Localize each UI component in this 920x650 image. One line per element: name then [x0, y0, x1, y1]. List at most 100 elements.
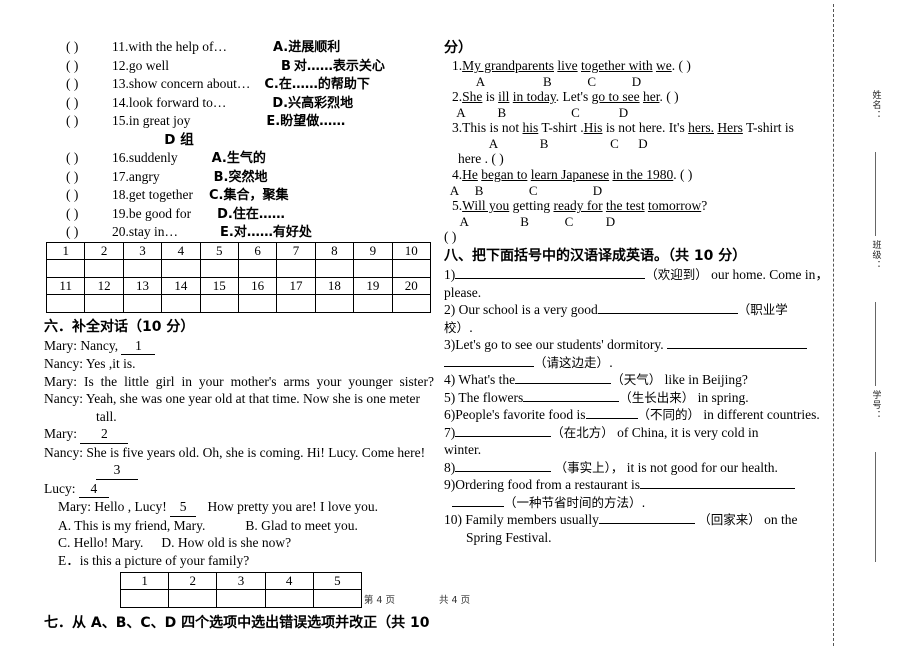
translation-blank[interactable]	[597, 313, 738, 314]
dialogue-answer-blank[interactable]: 2	[80, 425, 129, 444]
option-c[interactable]: C. Hello! Mary.	[58, 535, 143, 550]
option-e[interactable]: E．is this a picture of your family?	[58, 553, 249, 568]
error-segment[interactable]: My grandparents	[462, 58, 554, 73]
match-checkbox-paren[interactable]: ( )	[66, 38, 112, 56]
table-row-answers[interactable]	[45, 293, 431, 313]
match-checkbox-paren[interactable]: ( )	[66, 94, 112, 112]
error-answer-paren[interactable]: . ( )	[659, 89, 678, 104]
translation-blank[interactable]	[455, 278, 646, 279]
error-segment[interactable]: the test	[606, 198, 645, 213]
error-segment[interactable]: together with	[581, 58, 653, 73]
error-segment[interactable]: He	[462, 167, 478, 182]
match-checkbox-paren[interactable]: ( )	[66, 205, 112, 223]
option-b[interactable]: B. Glad to meet you.	[245, 518, 357, 533]
dialogue-line: Mary: 2	[44, 425, 434, 444]
match-checkbox-paren[interactable]: ( )	[66, 186, 112, 204]
answer-cell[interactable]	[353, 258, 393, 278]
answer-cell[interactable]	[199, 293, 239, 313]
error-segment[interactable]: go to see	[592, 89, 640, 104]
answer-cell[interactable]	[84, 258, 124, 278]
answer-cell[interactable]	[122, 293, 163, 313]
match-checkbox-paren[interactable]: ( )	[66, 75, 112, 93]
answer-cell[interactable]	[161, 258, 201, 278]
translation-items: 1) （欢迎到） our home. Come in， please. 2) Ou…	[444, 266, 834, 546]
error-segment[interactable]: began to	[481, 167, 527, 182]
error-answer-paren[interactable]: . ( )	[673, 167, 692, 182]
error-segment[interactable]: Hers	[717, 120, 743, 135]
translation-post: our home. Come in，	[711, 267, 829, 282]
translation-blank[interactable]	[455, 470, 552, 472]
table-cell-number: 16	[237, 276, 278, 295]
table-cell-number: 11	[45, 276, 86, 295]
match-checkbox-paren[interactable]: ( )	[66, 112, 112, 130]
answer-cell[interactable]	[276, 258, 316, 278]
answer-cell[interactable]	[353, 293, 393, 313]
translation-blank[interactable]	[640, 488, 796, 489]
error-item-continuation[interactable]: here . ( )	[444, 151, 834, 167]
error-segment[interactable]: tomorrow	[648, 198, 701, 213]
error-item-sentence: 1.My grandparents live together with we.…	[444, 58, 834, 74]
translation-blank[interactable]	[515, 383, 612, 384]
translation-blank[interactable]	[452, 505, 504, 507]
match-number: 11.	[112, 39, 129, 54]
translation-blank[interactable]	[444, 365, 534, 367]
error-segment[interactable]: in the 1980	[612, 167, 673, 182]
answer-cell[interactable]	[122, 258, 163, 278]
error-segment[interactable]: ill	[498, 89, 509, 104]
error-segment[interactable]: learn Japanese	[531, 167, 609, 182]
error-item-number: 3.	[452, 120, 463, 135]
translation-blank[interactable]	[666, 348, 807, 349]
table-row-answers[interactable]	[45, 258, 431, 278]
answer-cell[interactable]	[314, 258, 355, 278]
answer-cell[interactable]	[276, 293, 316, 313]
translation-post: in spring.	[697, 389, 749, 405]
error-item-number: 4.	[452, 167, 463, 182]
answer-cell[interactable]	[237, 258, 278, 278]
match-checkbox-paren[interactable]: ( )	[66, 168, 112, 186]
answer-cell[interactable]	[161, 293, 201, 313]
error-segment[interactable]: His	[584, 120, 603, 135]
dialogue-answer-blank[interactable]: 5	[170, 498, 197, 517]
option-a[interactable]: A. This is my friend, Mary.	[58, 518, 205, 533]
option-d[interactable]: D. How old is she now?	[161, 535, 291, 550]
translation-blank[interactable]	[455, 435, 552, 437]
error-segment[interactable]: we	[656, 58, 672, 73]
translation-item: 3)Let's go to see our students' dormitor…	[444, 336, 834, 371]
error-segment[interactable]: live	[557, 58, 577, 73]
translation-blank[interactable]	[585, 418, 638, 419]
error-answer-paren[interactable]: . ( )	[672, 58, 691, 73]
error-segment[interactable]: his	[523, 120, 539, 135]
answer-cell[interactable]	[199, 258, 239, 278]
table-cell-number: 14	[161, 276, 201, 295]
answer-table-matching[interactable]: 1 2 3 4 5 6 7 8 9 10 11 12 13 14 15 16 1…	[45, 241, 431, 313]
error-item-continuation[interactable]: ( )	[444, 229, 834, 245]
match-row: ( ) 17.angry B.突然地	[44, 168, 434, 187]
match-checkbox-paren[interactable]: ( )	[66, 149, 112, 167]
answer-cell[interactable]	[45, 258, 86, 278]
error-segment[interactable]: ready for	[553, 198, 602, 213]
error-segment[interactable]: her	[643, 89, 660, 104]
answer-cell[interactable]	[45, 293, 86, 313]
section-seven-heading-continued: 分）	[444, 40, 472, 56]
answer-cell[interactable]	[391, 258, 431, 278]
dialogue-answer-blank[interactable]: 1	[121, 337, 156, 356]
match-checkbox-paren[interactable]: ( )	[66, 223, 112, 241]
error-item: 1.My grandparents live together with we.…	[444, 58, 834, 89]
right-column: 分） 1.My grandparents live together with …	[444, 38, 834, 546]
translation-blank[interactable]	[523, 400, 620, 402]
error-segment[interactable]: hers.	[688, 120, 714, 135]
answer-cell[interactable]	[84, 293, 124, 313]
table-cell-number: 7	[276, 241, 316, 260]
answer-cell[interactable]	[314, 293, 355, 313]
dialogue-answer-blank[interactable]: 3	[96, 461, 138, 480]
dialogue-answer-blank[interactable]: 4	[78, 480, 109, 499]
answer-cell[interactable]	[391, 293, 431, 313]
seal-rule	[875, 452, 876, 562]
error-segment[interactable]: She	[462, 89, 482, 104]
error-segment[interactable]: in today	[513, 89, 556, 104]
answer-cell[interactable]	[237, 293, 278, 313]
match-checkbox-paren[interactable]: ( )	[66, 57, 112, 75]
translation-blank[interactable]	[598, 523, 695, 524]
error-segment[interactable]: Will you	[462, 198, 509, 213]
match-english: go well	[128, 57, 169, 73]
